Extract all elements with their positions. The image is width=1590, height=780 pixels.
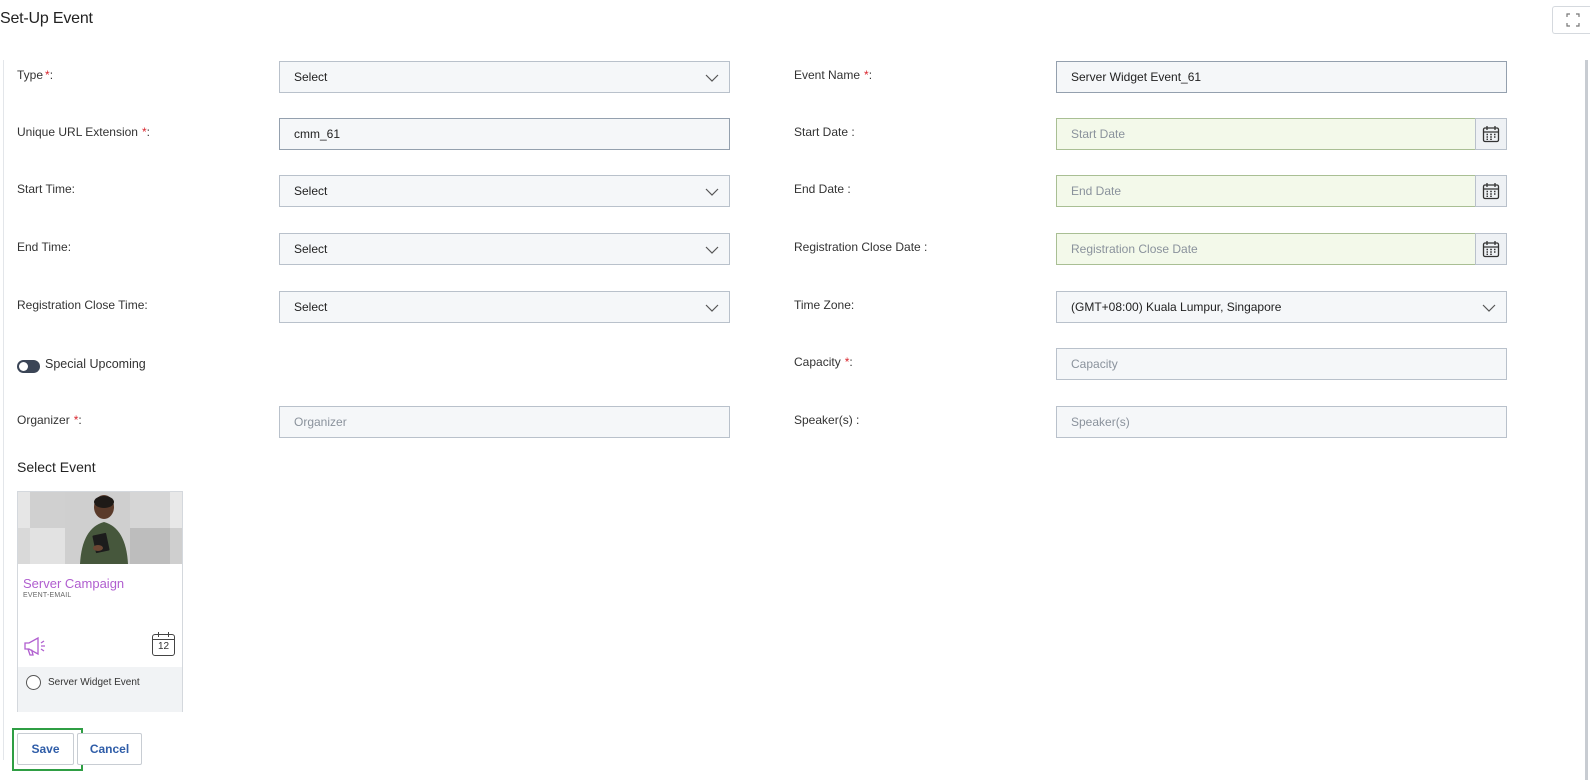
expand-icon xyxy=(1565,13,1580,27)
speakers-label: Speaker(s) : xyxy=(794,413,860,427)
start-date-picker-button[interactable] xyxy=(1475,118,1507,150)
chevron-down-icon xyxy=(705,74,719,82)
calendar-icon xyxy=(1482,241,1500,258)
event-card[interactable]: Server Campaign EVENT-EMAIL 12 Server Wi… xyxy=(17,491,183,712)
reg-close-time-label: Registration Close Time: xyxy=(17,298,148,312)
chevron-down-icon xyxy=(705,246,719,254)
scrollbar[interactable] xyxy=(1585,60,1588,780)
calendar-icon xyxy=(1482,126,1500,143)
select-event-heading: Select Event xyxy=(17,459,96,475)
start-date-input[interactable]: Start Date xyxy=(1056,118,1476,150)
capacity-label: Capacity *: xyxy=(794,355,853,369)
event-card-footer xyxy=(18,667,182,712)
chevron-down-icon xyxy=(705,188,719,196)
start-time-select[interactable]: Select xyxy=(279,175,730,207)
special-upcoming-toggle[interactable] xyxy=(17,360,40,373)
cancel-button[interactable]: Cancel xyxy=(77,733,142,765)
type-select[interactable]: Select xyxy=(279,61,730,93)
end-date-label: End Date : xyxy=(794,182,851,196)
organizer-label: Organizer *: xyxy=(17,413,82,427)
time-zone-label: Time Zone: xyxy=(794,298,855,312)
calendar-day-icon: 12 xyxy=(152,632,175,656)
page-title: Set-Up Event xyxy=(0,10,93,27)
reg-close-time-select[interactable]: Select xyxy=(279,291,730,323)
event-card-title: Server Campaign xyxy=(23,576,125,591)
event-select-radio[interactable] xyxy=(26,675,41,690)
event-name-input[interactable]: Server Widget Event_61 xyxy=(1056,61,1507,93)
calendar-icon xyxy=(1482,183,1500,200)
organizer-input[interactable]: Organizer xyxy=(279,406,730,438)
capacity-input[interactable]: Capacity xyxy=(1056,348,1507,380)
chevron-down-icon xyxy=(1482,304,1496,312)
special-upcoming-label: Special Upcoming xyxy=(45,357,146,371)
end-date-input[interactable]: End Date xyxy=(1056,175,1476,207)
megaphone-icon xyxy=(24,636,45,656)
speakers-input[interactable]: Speaker(s) xyxy=(1056,406,1507,438)
chevron-down-icon xyxy=(705,304,719,312)
time-zone-select[interactable]: (GMT+08:00) Kuala Lumpur, Singapore xyxy=(1056,291,1507,323)
content-border xyxy=(3,60,4,760)
start-time-label: Start Time: xyxy=(17,182,76,196)
reg-close-date-label: Registration Close Date : xyxy=(794,240,928,254)
event-option-label: Server Widget Event xyxy=(48,677,140,688)
end-date-picker-button[interactable] xyxy=(1475,175,1507,207)
reg-close-date-input[interactable]: Registration Close Date xyxy=(1056,233,1476,265)
url-extension-label: Unique URL Extension *: xyxy=(17,125,150,139)
end-time-select[interactable]: Select xyxy=(279,233,730,265)
reg-close-date-picker-button[interactable] xyxy=(1475,233,1507,265)
event-name-label: Event Name *: xyxy=(794,68,873,82)
save-button[interactable]: Save xyxy=(17,733,74,765)
url-extension-input[interactable]: cmm_61 xyxy=(279,118,730,150)
event-card-image xyxy=(18,492,182,564)
start-date-label: Start Date : xyxy=(794,125,855,139)
calendar-day-number: 12 xyxy=(157,641,170,652)
fullscreen-button[interactable] xyxy=(1552,6,1590,34)
event-card-subtitle: EVENT-EMAIL xyxy=(23,592,72,599)
end-time-label: End Time: xyxy=(17,240,72,254)
type-label: Type *: xyxy=(17,68,54,82)
